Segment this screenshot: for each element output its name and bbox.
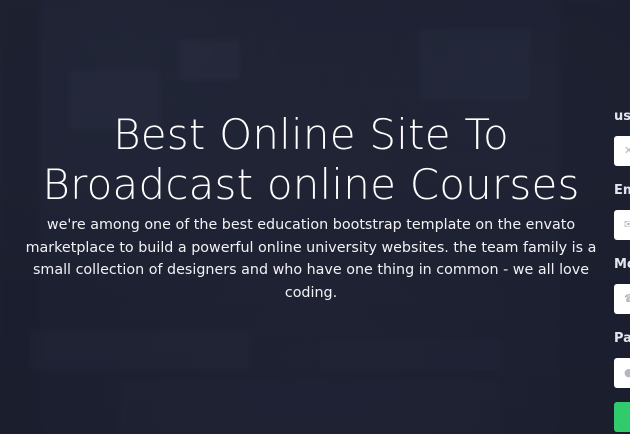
registration-form: us ✕ Em ✉ Mo ☎ Pa ● [614,108,630,432]
mobile-input[interactable]: ☎ [614,284,630,314]
mail-icon: ✉ [624,218,630,231]
hero-description: we're among one of the best education bo… [25,217,597,301]
submit-button[interactable] [614,402,630,432]
hero-section: Best Online Site To Broadcast online Cou… [0,0,630,434]
email-label: Em [614,183,630,198]
username-label: us [614,109,630,124]
hero-title-line1: Best Online Site To [113,110,509,159]
password-label: Pa [614,331,630,346]
phone-icon: ☎ [624,292,630,305]
lock-icon: ● [624,366,630,379]
username-input[interactable]: ✕ [614,136,630,166]
mobile-label: Mo [614,257,630,272]
hero-text-block: Best Online Site To Broadcast online Cou… [0,110,622,304]
user-icon: ✕ [624,144,630,157]
email-input[interactable]: ✉ [614,210,630,240]
hero-title: Best Online Site To Broadcast online Cou… [0,110,622,210]
password-input[interactable]: ● [614,358,630,388]
hero-title-line2: Broadcast online Courses [42,160,580,209]
